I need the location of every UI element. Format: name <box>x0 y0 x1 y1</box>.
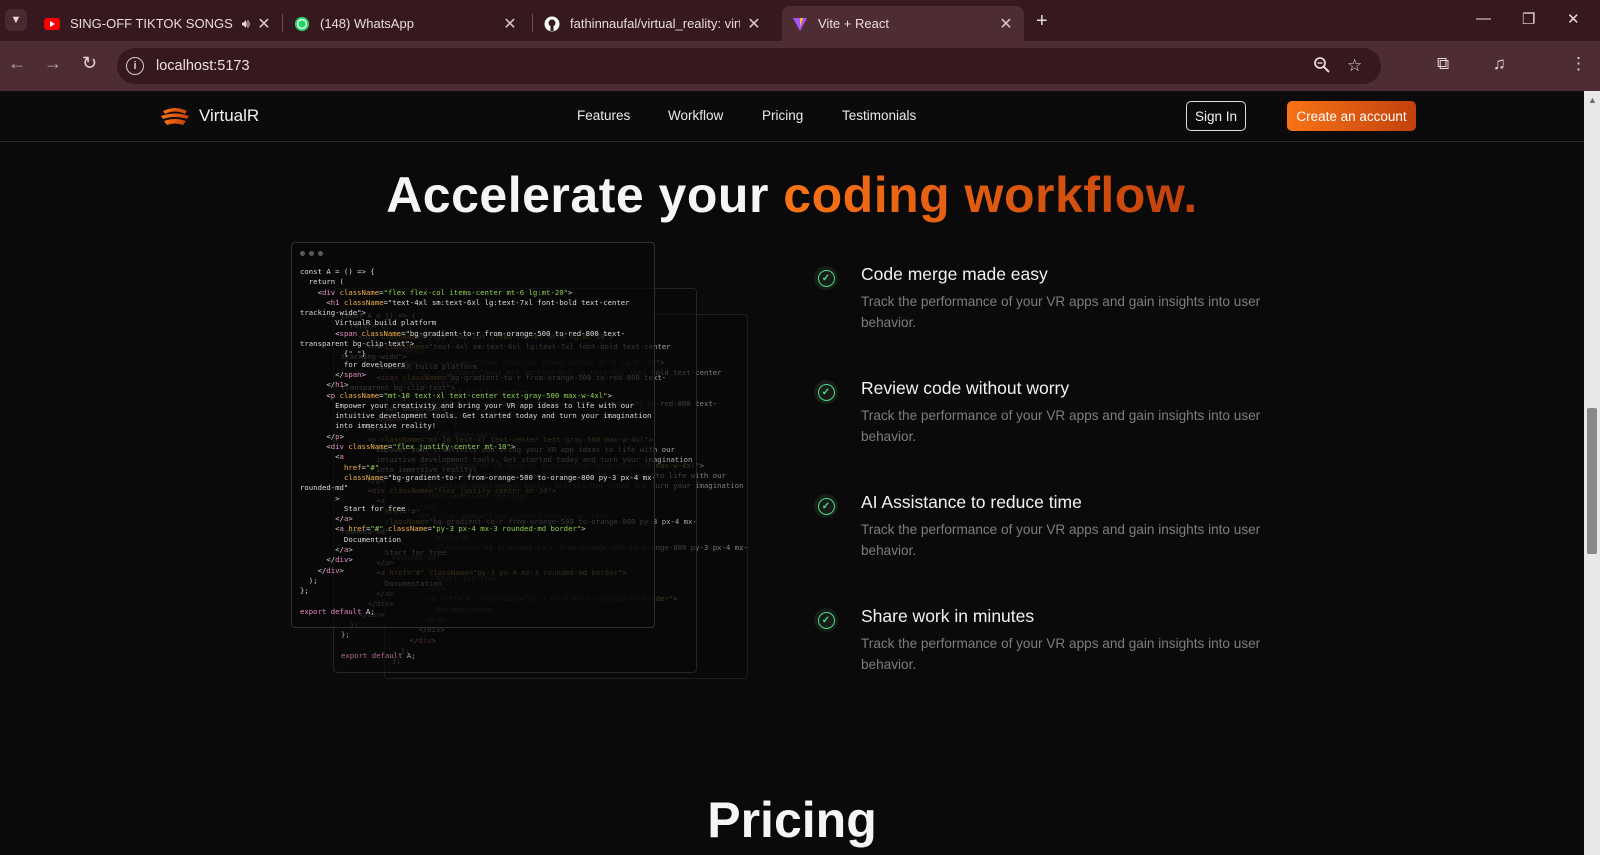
tab-whatsapp[interactable]: (148) WhatsApp ✕ <box>284 6 528 41</box>
youtube-icon <box>44 16 60 32</box>
check-circle-icon: ✓ <box>814 494 838 518</box>
menu-dots-icon[interactable]: ⋮ <box>1570 54 1587 74</box>
tab-strip: ▼ SING-OFF TIKTOK SONGS P 🔊︎ ✕ (148) Wha… <box>0 0 1600 41</box>
workflow-headline: Accelerate your coding workflow. <box>0 166 1584 224</box>
sign-in-button[interactable]: Sign In <box>1186 101 1246 131</box>
tab-youtube[interactable]: SING-OFF TIKTOK SONGS P 🔊︎ ✕ <box>34 6 282 41</box>
vite-icon <box>792 16 808 32</box>
code-window-front: const A = () => { return ( <div classNam… <box>291 242 655 628</box>
pricing-heading: Pricing <box>707 792 877 848</box>
feature-title: Share work in minutes <box>861 606 1035 626</box>
feature-description: Track the performance of your VR apps an… <box>861 408 1261 444</box>
close-tab-icon[interactable]: ✕ <box>256 14 272 34</box>
check-circle-icon: ✓ <box>814 380 838 404</box>
nav-pricing[interactable]: Pricing <box>762 108 803 123</box>
headline-accent: coding workflow. <box>783 167 1198 223</box>
check-circle-icon: ✓ <box>814 266 838 290</box>
bookmark-star-icon[interactable]: ☆ <box>1347 56 1362 76</box>
new-tab-button[interactable]: + <box>1036 10 1048 33</box>
feature-description: Track the performance of your VR apps an… <box>861 294 1261 330</box>
feature-title: AI Assistance to reduce time <box>861 492 1082 512</box>
restore-icon[interactable]: ❐ <box>1522 10 1535 28</box>
media-control-icon[interactable]: ♫ <box>1493 54 1506 74</box>
close-window-icon[interactable]: ✕ <box>1567 10 1580 28</box>
close-tab-icon[interactable]: ✕ <box>998 14 1014 34</box>
zoom-icon[interactable] <box>1313 56 1331 79</box>
whatsapp-icon <box>294 16 310 32</box>
nav-features[interactable]: Features <box>577 108 630 123</box>
address-bar[interactable]: i localhost:5173 ☆ <box>117 48 1381 84</box>
headline-plain: Accelerate your <box>386 167 784 223</box>
tab-title: Vite + React <box>818 16 889 31</box>
toolbar: ← → ↻ i localhost:5173 ☆ uD ⧉ ♫ ⋮ <box>0 41 1600 119</box>
window-dots <box>300 251 323 256</box>
tab-title: (148) WhatsApp <box>320 16 414 31</box>
close-tab-icon[interactable]: ✕ <box>502 14 518 34</box>
tab-vite-react[interactable]: Vite + React ✕ <box>782 6 1024 41</box>
forward-icon[interactable]: → <box>44 53 62 74</box>
url-text[interactable]: localhost:5173 <box>156 58 250 74</box>
close-tab-icon[interactable]: ✕ <box>746 14 762 34</box>
tab-search-button[interactable]: ▼ <box>5 9 27 31</box>
page-scrollbar[interactable]: ▲ <box>1584 91 1600 855</box>
nav-testimonials[interactable]: Testimonials <box>842 108 916 123</box>
minimize-icon[interactable]: — <box>1476 10 1491 27</box>
audio-playing-icon[interactable]: 🔊︎ <box>242 16 250 32</box>
tab-title: SING-OFF TIKTOK SONGS P <box>70 16 236 31</box>
github-icon <box>544 16 560 32</box>
feature-title: Code merge made easy <box>861 264 1048 284</box>
page-viewport: VirtualR Features Workflow Pricing Testi… <box>0 91 1584 855</box>
scroll-up-icon[interactable]: ▲ <box>1588 95 1597 105</box>
nav-workflow[interactable]: Workflow <box>668 108 723 123</box>
code-snippet: const A = () => { return ( <div classNam… <box>300 267 654 616</box>
feature-description: Track the performance of your VR apps an… <box>861 636 1261 672</box>
site-info-icon[interactable]: i <box>126 57 144 75</box>
feature-title: Review code without worry <box>861 378 1070 398</box>
reload-icon[interactable]: ↻ <box>82 53 97 74</box>
check-circle-icon: ✓ <box>814 608 838 632</box>
feature-description: Track the performance of your VR apps an… <box>861 522 1261 558</box>
extensions-icon[interactable]: ⧉ <box>1437 54 1449 74</box>
create-account-button[interactable]: Create an account <box>1287 101 1416 131</box>
brand-name[interactable]: VirtualR <box>199 106 259 126</box>
scrollbar-thumb[interactable] <box>1587 408 1597 554</box>
site-navbar: VirtualR Features Workflow Pricing Testi… <box>0 91 1584 142</box>
tab-title: fathinnaufal/virtual_reality: virtu <box>570 16 740 31</box>
back-icon[interactable]: ← <box>8 53 26 74</box>
virtualr-logo-icon[interactable] <box>160 105 190 127</box>
tab-github[interactable]: fathinnaufal/virtual_reality: virtu ✕ <box>534 6 772 41</box>
